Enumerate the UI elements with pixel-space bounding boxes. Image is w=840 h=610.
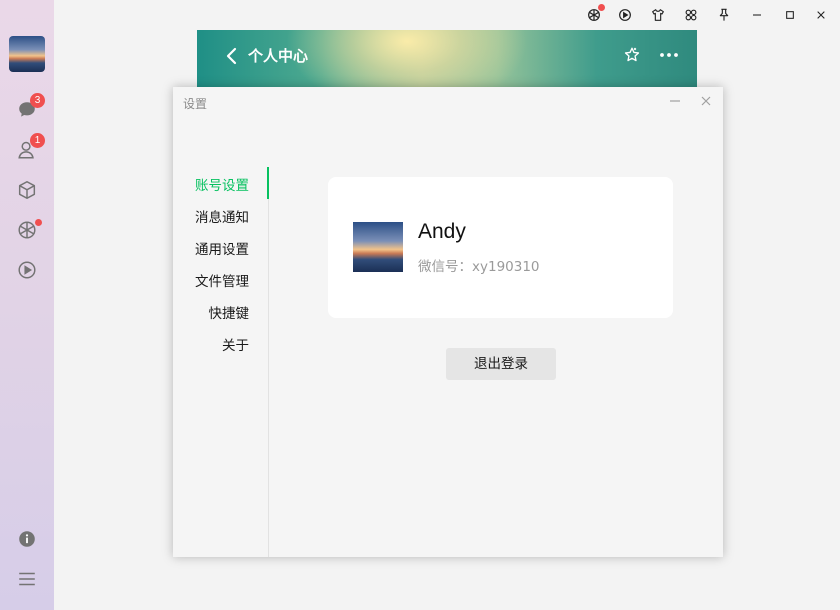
nav-item-shortcuts[interactable]: 快捷键 xyxy=(209,302,250,322)
sidebar-divider xyxy=(268,167,269,557)
channels-icon xyxy=(18,261,36,279)
titlebar-pin-button[interactable] xyxy=(713,4,735,26)
moments-dot xyxy=(598,4,605,11)
logout-button[interactable]: 退出登录 xyxy=(446,348,556,380)
titlebar-channels-button[interactable] xyxy=(614,4,636,26)
maximize-button[interactable] xyxy=(779,4,801,26)
nav-item-about[interactable]: 关于 xyxy=(222,334,249,354)
minimize-button[interactable] xyxy=(746,4,768,26)
titlebar-mini-programs-button[interactable] xyxy=(680,4,702,26)
pin-icon xyxy=(719,8,729,21)
avatar[interactable] xyxy=(9,36,45,72)
channels-nav[interactable] xyxy=(15,258,39,282)
close-icon xyxy=(817,11,825,19)
mini-programs-icon xyxy=(685,9,697,21)
info-nav[interactable] xyxy=(15,527,39,551)
moments-dot xyxy=(35,219,42,226)
star-icon[interactable] xyxy=(623,46,641,64)
account-name: Andy xyxy=(418,220,466,243)
dialog-minimize-icon[interactable] xyxy=(667,93,683,109)
profile-header-title: 个人中心 xyxy=(248,47,309,65)
nav-item-file-management[interactable]: 文件管理 xyxy=(195,270,249,290)
box-icon xyxy=(18,181,36,199)
menu-nav[interactable] xyxy=(15,567,39,591)
chat-badge: 3 xyxy=(30,93,45,108)
maximize-icon xyxy=(786,11,794,19)
wechat-id: 微信号：xy190310 xyxy=(418,259,540,275)
nav-item-notifications[interactable]: 消息通知 xyxy=(195,206,249,226)
account-avatar[interactable] xyxy=(353,222,403,272)
more-icon[interactable] xyxy=(659,46,679,64)
info-icon xyxy=(19,531,35,547)
nav-item-general-settings[interactable]: 通用设置 xyxy=(195,238,249,258)
active-nav-indicator xyxy=(267,167,269,199)
profile-header: 个人中心 xyxy=(197,30,697,87)
dialog-title: 设置 xyxy=(183,97,208,111)
channels-icon xyxy=(619,9,631,21)
moments-nav[interactable] xyxy=(15,218,42,242)
titlebar-moments-button[interactable] xyxy=(583,4,605,26)
menu-icon xyxy=(19,572,35,586)
chat-nav[interactable]: 3 xyxy=(15,93,45,122)
close-button[interactable] xyxy=(810,4,832,26)
nav-item-account-settings[interactable]: 账号设置 xyxy=(195,174,249,194)
dialog-close-icon[interactable] xyxy=(698,93,714,109)
back-arrow-icon[interactable] xyxy=(223,46,241,66)
titlebar-skin-button[interactable] xyxy=(647,4,669,26)
minimize-icon xyxy=(753,14,761,16)
account-card: Andy 微信号：xy190310 xyxy=(328,177,673,318)
left-rail: 3 1 xyxy=(0,0,54,610)
contacts-badge: 1 xyxy=(30,133,45,148)
contacts-nav[interactable]: 1 xyxy=(15,133,45,162)
shirt-icon xyxy=(652,9,664,21)
settings-dialog: 设置 账号设置 消息通知 通用设置 文件管理 快捷键 关于 Andy 微信号：x… xyxy=(173,87,723,557)
favorites-nav[interactable] xyxy=(15,178,39,202)
